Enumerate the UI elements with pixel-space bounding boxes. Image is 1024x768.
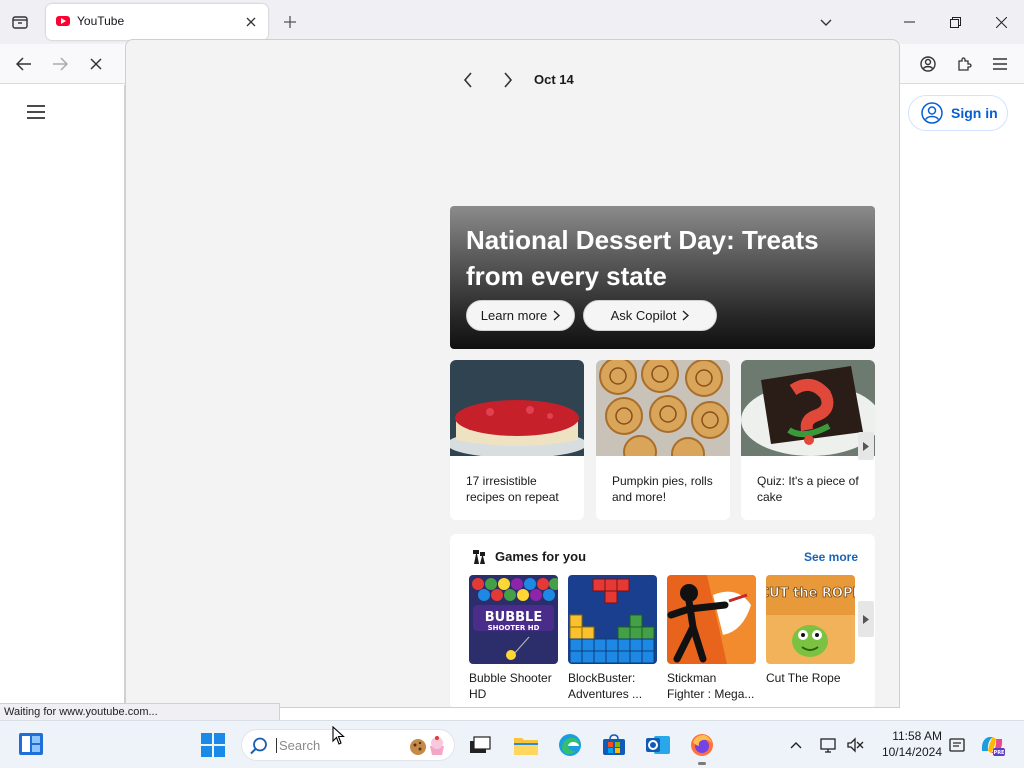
hero-title: National Dessert Day: Treats from every … xyxy=(466,225,819,291)
bubble-shooter-logo-subtext: SHOOTER HD xyxy=(488,624,540,632)
news-card-title: 17 irresistible recipes on repeat xyxy=(466,474,559,504)
game-tile[interactable]: CUT the ROPE Cut The Rope xyxy=(766,575,856,686)
store-icon[interactable] xyxy=(600,731,628,759)
clock-date[interactable]: 10/14/2024 xyxy=(872,745,942,759)
chevron-right-icon xyxy=(553,310,561,321)
game-name: Stickman Fighter : Mega... xyxy=(667,671,755,701)
game-tile[interactable]: Stickman Fighter : Mega... xyxy=(667,575,757,702)
see-more-link[interactable]: See more xyxy=(804,550,858,564)
search-input[interactable]: Search xyxy=(276,738,320,753)
running-indicator xyxy=(698,762,706,765)
back-icon[interactable] xyxy=(12,52,36,76)
news-card[interactable]: 17 irresistible recipes on repeat xyxy=(450,360,584,520)
browser-tab-youtube[interactable]: YouTube xyxy=(46,4,268,40)
games-icon xyxy=(470,548,488,566)
volume-muted-icon[interactable] xyxy=(844,731,866,759)
bubble-shooter-thumbnail: BUBBLE SHOOTER HD xyxy=(469,575,558,664)
close-window-icon[interactable] xyxy=(989,10,1013,34)
hero-card[interactable]: National Dessert Day: Treats from every … xyxy=(450,206,875,349)
stop-icon[interactable] xyxy=(84,52,108,76)
game-name: Cut The Rope xyxy=(766,671,841,685)
cut-the-rope-logo-text: CUT the ROPE xyxy=(766,586,855,601)
hamburger-icon[interactable] xyxy=(26,104,46,120)
task-view-icon[interactable] xyxy=(466,731,494,759)
file-explorer-icon[interactable] xyxy=(512,731,540,759)
game-name: BlockBuster: Adventures ... xyxy=(568,671,643,701)
cut-the-rope-thumbnail: CUT the ROPE xyxy=(766,575,855,664)
close-icon[interactable] xyxy=(242,13,260,31)
tab-bar: YouTube xyxy=(0,0,1024,44)
sign-in-label: Sign in xyxy=(951,105,998,121)
edge-icon[interactable] xyxy=(556,731,584,759)
ask-copilot-label: Ask Copilot xyxy=(610,308,677,323)
game-tile[interactable]: BUBBLE SHOOTER HD Bubble Shooter HD xyxy=(469,575,559,702)
user-icon xyxy=(921,102,943,124)
forward-icon[interactable] xyxy=(48,52,72,76)
stickman-thumbnail xyxy=(667,575,756,664)
menu-icon[interactable] xyxy=(988,52,1012,76)
cheesecake-image xyxy=(450,360,584,456)
restore-icon[interactable] xyxy=(943,10,967,34)
status-bar: Waiting for www.youtube.com... xyxy=(0,703,280,720)
news-card-title: Pumpkin pies, rolls and more! xyxy=(612,474,713,504)
date-label: Oct 14 xyxy=(534,72,574,87)
chevron-left-icon[interactable] xyxy=(458,68,478,92)
dessert-search-highlight-icon xyxy=(408,736,448,756)
learn-more-button[interactable]: Learn more xyxy=(466,300,575,331)
game-tile[interactable]: BlockBuster: Adventures ... xyxy=(568,575,658,702)
taskbar: Search 11:58 AM 10/14/2024 PRE xyxy=(0,720,1024,768)
news-card[interactable]: Quiz: It's a piece of cake xyxy=(741,360,875,520)
mouse-cursor-icon xyxy=(332,726,346,746)
chevron-right-icon xyxy=(682,310,690,321)
pumpkin-rolls-image xyxy=(596,360,730,456)
chevron-right-icon[interactable] xyxy=(498,68,518,92)
widgets-icon[interactable] xyxy=(18,732,44,756)
widgets-panel: Oct 14 National Dessert Day: Treats from… xyxy=(125,39,900,708)
news-card[interactable]: Pumpkin pies, rolls and more! xyxy=(596,360,730,520)
taskbar-search-box[interactable]: Search xyxy=(241,729,455,761)
game-name: Bubble Shooter HD xyxy=(469,671,552,701)
tab-list-icon[interactable] xyxy=(8,10,32,34)
chevron-up-icon[interactable] xyxy=(784,731,808,759)
bubble-shooter-logo-text: BUBBLE xyxy=(485,610,542,625)
cake-quiz-image xyxy=(741,360,875,456)
extensions-icon[interactable] xyxy=(952,52,976,76)
svg-text:PRE: PRE xyxy=(994,750,1005,756)
copilot-pre-icon[interactable]: PRE xyxy=(978,731,1006,759)
search-icon xyxy=(250,737,268,755)
account-icon[interactable] xyxy=(916,52,940,76)
plus-icon[interactable] xyxy=(279,11,301,33)
firefox-icon[interactable] xyxy=(688,731,716,759)
scroll-right-icon[interactable] xyxy=(858,432,874,460)
sign-in-button[interactable]: Sign in xyxy=(908,95,1008,131)
chevron-down-icon[interactable] xyxy=(815,12,837,34)
tab-title: YouTube xyxy=(77,14,125,28)
minimize-icon[interactable] xyxy=(897,10,921,34)
ask-copilot-button[interactable]: Ask Copilot xyxy=(583,300,717,331)
network-icon[interactable] xyxy=(818,731,840,759)
games-card: Games for you See more BUBBLE SHOOTER HD xyxy=(450,534,875,707)
youtube-page-left xyxy=(0,85,125,703)
scroll-right-icon[interactable] xyxy=(858,601,874,637)
youtube-favicon-icon xyxy=(56,16,70,26)
blockbuster-thumbnail xyxy=(568,575,657,664)
news-card-title: Quiz: It's a piece of cake xyxy=(757,474,859,504)
windows-start-icon[interactable] xyxy=(200,732,226,758)
clock-time[interactable]: 11:58 AM xyxy=(880,729,942,743)
learn-more-label: Learn more xyxy=(480,308,548,323)
notification-icon[interactable] xyxy=(946,731,968,759)
games-title: Games for you xyxy=(495,549,587,564)
outlook-icon[interactable] xyxy=(644,731,672,759)
